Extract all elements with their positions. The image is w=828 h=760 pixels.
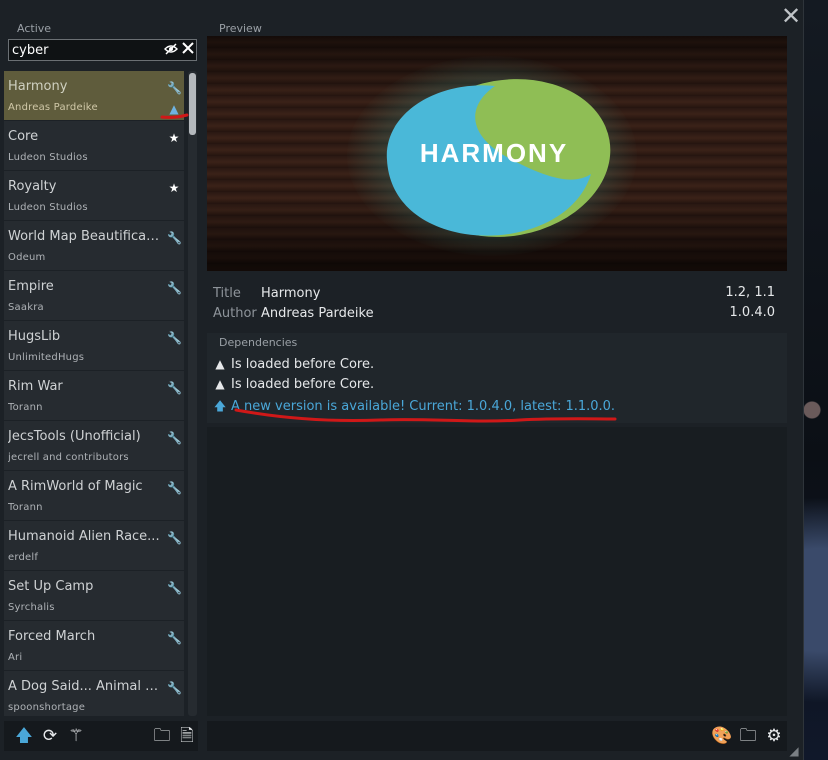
warning-icon: ▲	[215, 357, 225, 371]
list-item[interactable]: A RimWorld of Magic Torann 🔧	[4, 471, 184, 520]
list-item[interactable]: Core Ludeon Studios ★	[4, 121, 184, 170]
preview-section-label: Preview	[219, 22, 262, 35]
close-icon[interactable]	[180, 42, 196, 58]
close-button[interactable]: ✕	[778, 4, 804, 28]
star-icon: ★	[168, 181, 180, 195]
list-item[interactable]: Royalty Ludeon Studios ★	[4, 171, 184, 220]
steam-icon: 🔧	[167, 331, 182, 345]
mod-name: Harmony	[8, 79, 68, 94]
palette-icon[interactable]: 🎨	[711, 725, 733, 747]
supported-versions: 1.2, 1.1	[725, 285, 775, 300]
mod-author: Saakra	[8, 302, 44, 313]
dependency-text: Is loaded before Core.	[231, 357, 375, 372]
author-label: Author	[213, 306, 257, 321]
list-toolbar: 🡅 ⟳ ⚚ 🗀 🗎	[4, 721, 198, 751]
resize-grip[interactable]: ◢	[786, 744, 802, 758]
list-item[interactable]: HugsLib UnlimitedHugs 🔧	[4, 321, 184, 370]
steam-icon: 🔧	[167, 81, 182, 95]
mod-author: Ari	[8, 652, 23, 663]
refresh-icon[interactable]: ⟳	[39, 725, 61, 747]
mod-list: Harmony Andreas Pardeike 🔧 ▲ Core Ludeon…	[4, 71, 184, 716]
mod-author: UnlimitedHugs	[8, 352, 85, 363]
search-input[interactable]	[12, 42, 162, 58]
warning-icon: ▲	[215, 377, 225, 391]
mod-author: erdelf	[8, 552, 39, 563]
update-text: A new version is available! Current: 1.0…	[231, 399, 616, 414]
mod-name: Royalty	[8, 179, 57, 194]
dependency-row: ▲ Is loaded before Core.	[213, 377, 374, 392]
steam-icon: 🔧	[167, 281, 182, 295]
steam-icon: 🔧	[167, 481, 182, 495]
mod-author: Andreas Pardeike	[8, 102, 98, 113]
title-value: Harmony	[261, 286, 321, 301]
mod-name: HugsLib	[8, 329, 61, 344]
mod-author: Torann	[8, 402, 43, 413]
dependencies-panel: Dependencies ▲ Is loaded before Core. ▲ Is…	[207, 333, 787, 423]
new-folder-icon[interactable]: 🗀	[151, 725, 173, 747]
list-item[interactable]: Forced March Ari 🔧	[4, 621, 184, 670]
list-item[interactable]: Harmony Andreas Pardeike 🔧 ▲	[4, 71, 184, 120]
mod-name: Empire	[8, 279, 54, 294]
list-item[interactable]: Set Up Camp Syrchalis 🔧	[4, 571, 184, 620]
mod-name: JecsTools (Unofficial)	[8, 429, 141, 444]
steam-icon: 🔧	[167, 581, 182, 595]
document-icon[interactable]: 🗎	[176, 725, 198, 747]
mod-name: World Map Beautificati...	[8, 229, 160, 244]
mod-author: Syrchalis	[8, 602, 55, 613]
active-section-label: Active	[17, 22, 52, 35]
mod-details: Title Harmony 1.2, 1.1 Author Andreas Pa…	[207, 279, 787, 329]
list-item[interactable]: JecsTools (Unofficial) jecrell and contr…	[4, 421, 184, 470]
mod-name: Core	[8, 129, 39, 144]
scroll-thumb[interactable]	[189, 73, 196, 135]
author-value: Andreas Pardeike	[261, 306, 374, 321]
search-box	[8, 39, 197, 61]
steam-icon: 🔧	[167, 231, 182, 245]
title-label: Title	[213, 286, 241, 301]
steam-icon: 🔧	[167, 531, 182, 545]
warning-icon: ▲	[169, 102, 179, 116]
arrow-up-icon: 🡅	[213, 399, 227, 413]
mod-manager-window: ✕ Active Preview Harmony Andreas Pardeik…	[0, 0, 804, 760]
mod-author: spoonshortage	[8, 702, 86, 713]
list-item[interactable]: Humanoid Alien Race... erdelf 🔧	[4, 521, 184, 570]
mod-version: 1.0.4.0	[729, 305, 775, 320]
preview-image: HARMONY	[207, 36, 787, 271]
update-available-link[interactable]: 🡅 A new version is available! Current: 1.…	[213, 397, 615, 418]
star-icon: ★	[168, 131, 180, 145]
mod-name: Humanoid Alien Race...	[8, 529, 160, 544]
steam-icon: 🔧	[167, 431, 182, 445]
dependency-row: ▲ Is loaded before Core.	[213, 357, 374, 372]
dependencies-title: Dependencies	[219, 336, 298, 349]
new-folder-icon[interactable]: 🗀	[737, 725, 759, 747]
mod-author: Ludeon Studios	[8, 202, 88, 213]
mod-name: Set Up Camp	[8, 579, 94, 594]
list-item[interactable]: A Dog Said... Animal P... spoonshortage …	[4, 671, 184, 716]
arrow-up-icon[interactable]: 🡅	[13, 725, 35, 747]
mod-name: A Dog Said... Animal P...	[8, 679, 160, 694]
list-item[interactable]: Rim War Torann 🔧	[4, 371, 184, 420]
steam-icon: 🔧	[167, 681, 182, 695]
magic-wand-icon[interactable]: ⚚	[65, 725, 87, 747]
mod-author: Ludeon Studios	[8, 152, 88, 163]
mod-author: jecrell and contributors	[8, 452, 129, 463]
details-toolbar: 🎨 🗀 ⚙	[207, 721, 787, 751]
mod-name: Rim War	[8, 379, 63, 394]
dependency-text: Is loaded before Core.	[231, 377, 375, 392]
logo-text: HARMONY	[419, 138, 569, 168]
steam-icon: 🔧	[167, 631, 182, 645]
eye-off-icon[interactable]	[163, 42, 179, 58]
list-item[interactable]: World Map Beautificati... Odeum 🔧	[4, 221, 184, 270]
mod-name: Forced March	[8, 629, 96, 644]
steam-settings-icon[interactable]: ⚙	[763, 725, 785, 747]
mod-list-scrollbar[interactable]	[188, 71, 197, 716]
list-item[interactable]: Empire Saakra 🔧	[4, 271, 184, 320]
mod-name: A RimWorld of Magic	[8, 479, 143, 494]
mod-author: Odeum	[8, 252, 46, 263]
mod-author: Torann	[8, 502, 43, 513]
steam-icon: 🔧	[167, 381, 182, 395]
details-empty-area	[207, 427, 787, 716]
